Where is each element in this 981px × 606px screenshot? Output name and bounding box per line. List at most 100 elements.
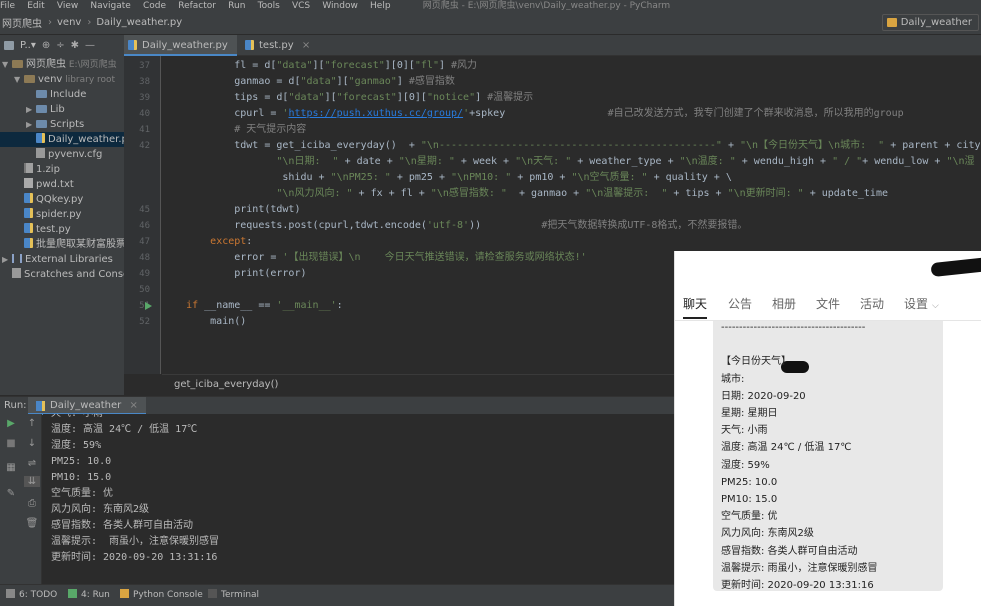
- project-tree-item[interactable]: pyvenv.cfg: [0, 147, 124, 162]
- menu-window[interactable]: Window: [322, 2, 358, 11]
- terminal-tool-button[interactable]: Terminal: [208, 589, 259, 600]
- menu-help[interactable]: Help: [370, 2, 391, 11]
- scroll-to-end-icon[interactable]: ⇊: [24, 476, 40, 487]
- project-tree-item[interactable]: 批量爬取某财富股票: [0, 237, 124, 252]
- collapse-arrow-icon[interactable]: ▶: [26, 117, 36, 132]
- close-icon[interactable]: ×: [302, 40, 310, 51]
- message-line: 【今日份天气】: [721, 356, 791, 368]
- project-tree-item[interactable]: ▶ Lib: [0, 102, 124, 117]
- collapse-arrow-icon[interactable]: ▶: [26, 102, 36, 117]
- project-tree-item[interactable]: 1.zip: [0, 162, 124, 177]
- collapse-icon[interactable]: ÷: [56, 40, 64, 51]
- stop-icon[interactable]: ■: [3, 438, 19, 449]
- project-tree-item[interactable]: ▶ Scripts: [0, 117, 124, 132]
- tab-activity[interactable]: 活动: [860, 295, 884, 312]
- run-configuration-select[interactable]: Daily_weather: [881, 14, 979, 31]
- line-number: 50: [139, 285, 150, 295]
- message-line: 空气质量: 优: [721, 511, 778, 523]
- line-number: 41: [139, 125, 150, 135]
- project-tree-item[interactable]: ▶ External Libraries: [0, 252, 124, 267]
- project-tree-item[interactable]: ▼ venv library root: [0, 72, 124, 87]
- code-token: fl = d[: [162, 60, 277, 71]
- message-line: 温馨提示: 雨虽小，注意保暖别感冒: [721, 562, 878, 574]
- print-icon[interactable]: ⎙: [24, 498, 40, 509]
- menu-tools[interactable]: Tools: [258, 2, 280, 11]
- layout-icon[interactable]: ▦: [3, 462, 19, 473]
- function-breadcrumb[interactable]: get_iciba_everyday(): [174, 379, 278, 390]
- tab-files[interactable]: 文件: [816, 295, 840, 312]
- text-file-icon: [24, 178, 33, 188]
- code-token: #感冒指数: [408, 76, 455, 87]
- line-number: 40: [139, 109, 150, 119]
- project-tree-item[interactable]: spider.py: [0, 207, 124, 222]
- arrow-down-icon[interactable]: ↓: [24, 438, 40, 449]
- project-tree-note: library root: [62, 75, 116, 85]
- library-icon: [12, 254, 22, 263]
- tab-daily-weather[interactable]: Daily_weather.py ×: [124, 35, 237, 72]
- tab-settings[interactable]: 设置 ⌵: [904, 295, 939, 312]
- menu-view[interactable]: View: [57, 2, 78, 11]
- expand-arrow-icon[interactable]: ▼: [14, 72, 24, 87]
- project-tree-label: Scratches and Console: [24, 269, 124, 280]
- rerun-icon[interactable]: ▶: [3, 418, 19, 429]
- menu-code[interactable]: Code: [143, 2, 166, 11]
- arrow-up-icon[interactable]: ↑: [24, 418, 40, 429]
- expand-arrow-icon[interactable]: ▼: [2, 57, 12, 72]
- project-view-select[interactable]: P..▾: [20, 40, 36, 51]
- code-token: "\n温馨提示: ": [585, 188, 668, 199]
- project-tree-item[interactable]: pwd.txt: [0, 177, 124, 192]
- todo-tool-button[interactable]: 6: TODO: [6, 589, 57, 600]
- code-token: if: [186, 300, 199, 311]
- menu-refactor[interactable]: Refactor: [178, 2, 216, 11]
- menu-edit[interactable]: Edit: [27, 2, 44, 11]
- project-tree-item[interactable]: Daily_weather.p: [0, 132, 124, 147]
- project-tree-item[interactable]: QQkey.py: [0, 192, 124, 207]
- project-tree-item[interactable]: Include: [0, 87, 124, 102]
- code-token: "\n湿: [946, 156, 975, 167]
- message-line: 日期: 2020-09-20: [721, 390, 806, 402]
- chat-tabs: 聊天 公告 相册 文件 活动 设置 ⌵: [675, 293, 981, 321]
- console-line: 湿度: 59%: [51, 440, 102, 451]
- project-tree-item[interactable]: test.py: [0, 222, 124, 237]
- console-line: 感冒指数: 各类人群可自由活动: [51, 520, 194, 531]
- run-console[interactable]: 天气: 小雨温度: 高温 24℃ / 低温 17℃ 湿度: 59% PM25: 10…: [43, 414, 673, 584]
- project-tree-item[interactable]: ▼ 网页爬虫 E:\网页爬虫: [0, 57, 124, 72]
- gear-icon[interactable]: ✱: [71, 40, 79, 51]
- tab-announcement[interactable]: 公告: [728, 295, 752, 312]
- console-line: 更新时间: 2020-09-20 13:31:16: [51, 552, 218, 563]
- collapse-arrow-icon[interactable]: ▶: [2, 252, 12, 267]
- minimize-icon[interactable]: —: [85, 40, 95, 51]
- close-icon[interactable]: ×: [129, 400, 137, 411]
- run-tab[interactable]: Daily_weather ×: [28, 397, 146, 415]
- pin-icon[interactable]: ✎: [3, 488, 19, 499]
- run-gutter-icon[interactable]: [145, 302, 152, 310]
- soft-wrap-icon[interactable]: ⇌: [24, 458, 40, 469]
- tab-test[interactable]: test.py ×: [241, 35, 311, 56]
- menu-vcs[interactable]: VCS: [292, 2, 310, 11]
- code-token: + quality + \: [647, 172, 732, 183]
- python-console-tool-button[interactable]: Python Console: [120, 589, 203, 600]
- tab-album[interactable]: 相册: [772, 295, 796, 312]
- globe-icon[interactable]: ⊕: [42, 40, 50, 51]
- code-token: #风力: [451, 60, 478, 71]
- project-tree-item[interactable]: Scratches and Console: [0, 267, 124, 282]
- menu-run[interactable]: Run: [228, 2, 245, 11]
- menu-file[interactable]: File: [0, 2, 15, 11]
- tab-chat[interactable]: 聊天: [683, 295, 708, 319]
- code-token: :: [246, 236, 253, 247]
- code-line: ganmao = d["data"]["ganmao"] #感冒指数: [162, 74, 455, 90]
- line-number: 39: [139, 93, 150, 103]
- python-file-icon: [36, 401, 45, 411]
- breadcrumb-file[interactable]: Daily_weather.py: [96, 17, 182, 28]
- code-token: '__main__': [276, 300, 337, 311]
- trash-icon[interactable]: 🗑: [24, 518, 40, 529]
- breadcrumb-venv[interactable]: venv: [57, 17, 81, 28]
- menu-navigate[interactable]: Navigate: [90, 2, 130, 11]
- breadcrumb-project[interactable]: 网页爬虫: [2, 15, 42, 30]
- run-tool-button[interactable]: 4: Run: [68, 589, 110, 600]
- code-token: + tips +: [667, 188, 728, 199]
- folder-icon: [24, 75, 35, 83]
- code-token: ][: [336, 76, 349, 87]
